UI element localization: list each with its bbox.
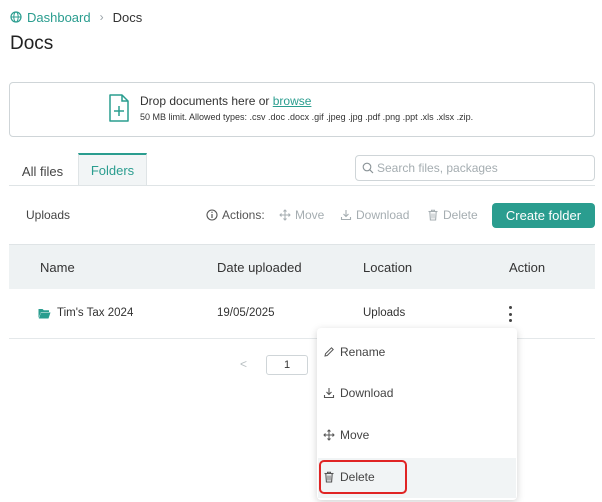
menu-item-download[interactable]: Download [323,382,513,404]
info-icon [206,209,218,221]
menu-item-move[interactable]: Move [323,424,513,446]
dropzone-text: Drop documents here or browse [140,94,311,108]
folder-name[interactable]: Tim's Tax 2024 [57,307,133,319]
delete-action-label[interactable]: Delete [443,208,478,222]
row-actions-kebab-icon[interactable] [503,305,517,323]
row-location: Uploads [363,307,406,319]
search-box[interactable] [355,155,595,181]
move-action-button[interactable]: Move [279,207,324,223]
search-icon [362,162,374,174]
column-header-date: Date uploaded [217,260,302,275]
move-action-label[interactable]: Move [295,208,324,222]
upload-dropzone[interactable] [9,82,595,137]
delete-highlight-box [319,460,407,494]
move-icon [279,209,291,221]
column-header-name: Name [40,260,75,275]
globe-icon [10,11,22,23]
column-header-action: Action [509,260,546,275]
table-row-name[interactable]: Tim's Tax 2024 [38,307,133,319]
delete-action-button[interactable]: Delete [427,207,478,223]
pagination-page-button[interactable]: 1 [266,355,308,375]
move-icon [323,429,335,441]
pagination-prev-button[interactable]: < [240,357,247,371]
row-date: 19/05/2025 [217,307,275,319]
menu-item-rename[interactable]: Rename [323,341,513,363]
tabs-divider [9,185,595,186]
create-folder-button[interactable]: Create folder [492,203,595,228]
menu-item-download-label[interactable]: Download [340,386,393,400]
table-header [9,244,595,289]
actions-label-text: Actions: [222,208,265,222]
breadcrumb: Dashboard › Docs [10,8,142,26]
menu-item-move-label[interactable]: Move [340,428,369,442]
chevron-right-icon: › [99,10,104,24]
download-action-button[interactable]: Download [340,207,409,223]
breadcrumb-dashboard-label[interactable]: Dashboard [27,10,91,25]
file-add-icon [109,94,129,122]
download-icon [323,388,335,399]
dropzone-prefix: Drop documents here or [140,94,273,108]
browse-link[interactable]: browse [273,94,312,108]
download-action-label[interactable]: Download [356,208,409,222]
folder-open-icon [38,308,51,318]
search-input[interactable] [377,161,587,175]
current-folder-label: Uploads [26,208,71,222]
actions-label: Actions: [206,207,265,223]
page-title: Docs [10,33,54,54]
tab-all-files[interactable]: All files [10,156,75,186]
dropzone-limits: 50 MB limit. Allowed types: .csv .doc .d… [140,112,474,122]
pencil-icon [324,347,334,357]
breadcrumb-current: Docs [112,9,143,25]
breadcrumb-dashboard-link[interactable]: Dashboard [10,10,91,25]
tab-folders[interactable]: Folders [78,153,147,186]
trash-icon [428,209,438,221]
download-icon [340,210,352,221]
menu-item-rename-label[interactable]: Rename [340,345,385,359]
column-header-location: Location [363,260,413,275]
